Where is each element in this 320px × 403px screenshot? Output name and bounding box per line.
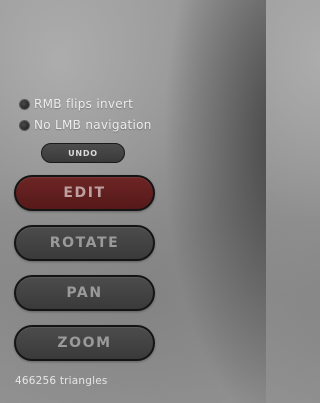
radio-dot-icon[interactable]	[20, 99, 29, 109]
zoom-mode-button[interactable]: ZOOM	[14, 325, 155, 361]
option-rmb-flips-invert[interactable]: RMB flips invert	[20, 96, 133, 112]
option-no-lmb-navigation[interactable]: No LMB navigation	[20, 117, 152, 133]
rotate-mode-button[interactable]: ROTATE	[14, 225, 155, 261]
pan-mode-button[interactable]: PAN	[14, 275, 155, 311]
edit-mode-button[interactable]: EDIT	[14, 175, 155, 211]
radio-dot-icon[interactable]	[20, 120, 29, 130]
option-label: RMB flips invert	[34, 97, 134, 111]
undo-button[interactable]: UNDO	[41, 143, 125, 163]
triangle-count: 466256 triangles	[15, 375, 108, 387]
option-label: No LMB navigation	[34, 118, 152, 132]
